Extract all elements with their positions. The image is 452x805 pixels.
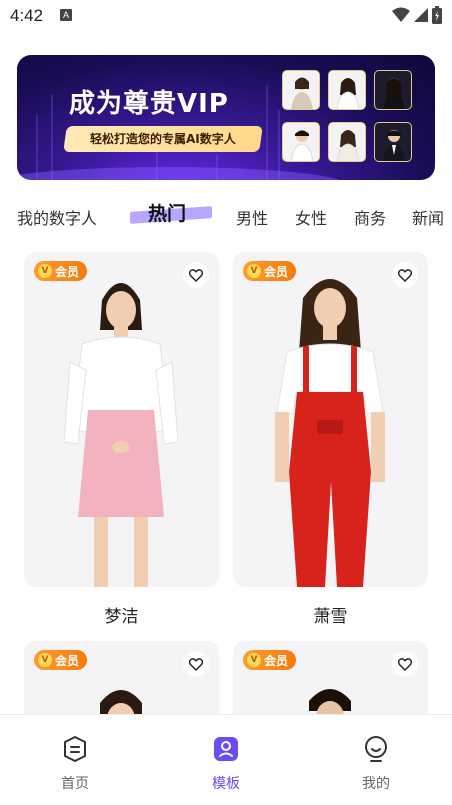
vip-banner[interactable]: 成为尊贵VIP 轻松打造您的专属AI数字人: [17, 55, 435, 180]
vip-v-icon: V: [38, 653, 52, 667]
banner-subtitle: 轻松打造您的专属AI数字人: [63, 126, 263, 152]
home-icon: [64, 736, 86, 762]
tab-male[interactable]: 男性: [236, 205, 268, 229]
vip-badge-label: 会员: [264, 264, 289, 279]
vip-badge-label: 会员: [264, 653, 289, 668]
banner-subtitle-text: 轻松打造您的专属AI数字人: [90, 132, 236, 146]
profile-icon: [365, 736, 387, 762]
wifi-icon: [392, 7, 410, 22]
nav-profile[interactable]: 我的: [331, 735, 421, 793]
banner-avatar: [328, 70, 366, 110]
template-card[interactable]: V 会员: [24, 252, 219, 587]
avatar-image: [275, 279, 385, 587]
status-time: 4:42: [10, 6, 44, 25]
status-icons: [392, 6, 442, 24]
vip-badge: V 会员: [34, 650, 88, 670]
heart-icon: [189, 268, 203, 282]
banner-avatar-grid: [282, 70, 422, 170]
template-card[interactable]: V 会员: [233, 252, 428, 587]
heart-icon: [189, 657, 203, 671]
nav-profile-label: 我的: [362, 776, 390, 792]
tab-news[interactable]: 新闻: [412, 205, 444, 229]
battery-icon: [432, 6, 442, 24]
tab-hot-label: 热门: [148, 203, 187, 225]
avatar-image: [63, 283, 179, 587]
banner-title: 成为尊贵VIP: [69, 89, 229, 119]
vip-badge: V 会员: [243, 650, 297, 670]
vip-v-icon: V: [38, 264, 52, 278]
nav-template[interactable]: 模板: [181, 735, 271, 793]
favorite-button[interactable]: [183, 651, 209, 677]
nav-template-label: 模板: [212, 776, 240, 792]
template-name: 梦洁: [104, 607, 139, 627]
banner-avatar: [328, 122, 366, 162]
tab-female[interactable]: 女性: [295, 205, 327, 229]
tab-my-digital-human[interactable]: 我的数字人: [17, 205, 97, 229]
tab-business[interactable]: 商务: [354, 205, 386, 229]
favorite-button[interactable]: [183, 262, 209, 288]
heart-icon: [398, 657, 412, 671]
vip-v-icon: V: [247, 264, 261, 278]
banner-avatar: [374, 122, 412, 162]
category-tabs: 我的数字人 热门 男性 女性 商务 新闻: [0, 195, 452, 235]
template-icon: [214, 737, 238, 761]
vip-badge-label: 会员: [55, 653, 80, 668]
vip-badge: V 会员: [34, 261, 88, 281]
favorite-button[interactable]: [392, 651, 418, 677]
tab-hot[interactable]: 热门: [128, 199, 214, 227]
heart-icon: [398, 268, 412, 282]
banner-avatar: [282, 122, 320, 162]
bottom-nav: 首页 模板 我的: [0, 714, 452, 805]
template-name: 萧雪: [313, 607, 348, 627]
banner-avatar: [374, 70, 412, 110]
vip-v-icon: V: [247, 653, 261, 667]
vip-badge: V 会员: [243, 261, 297, 281]
nav-home[interactable]: 首页: [30, 735, 120, 793]
signal-icon: [414, 8, 428, 22]
status-bar: 4:42 A: [0, 0, 452, 32]
nav-home-label: 首页: [61, 776, 89, 792]
notification-icon: A: [60, 9, 72, 21]
favorite-button[interactable]: [392, 262, 418, 288]
vip-badge-label: 会员: [55, 264, 80, 279]
banner-avatar: [282, 70, 320, 110]
